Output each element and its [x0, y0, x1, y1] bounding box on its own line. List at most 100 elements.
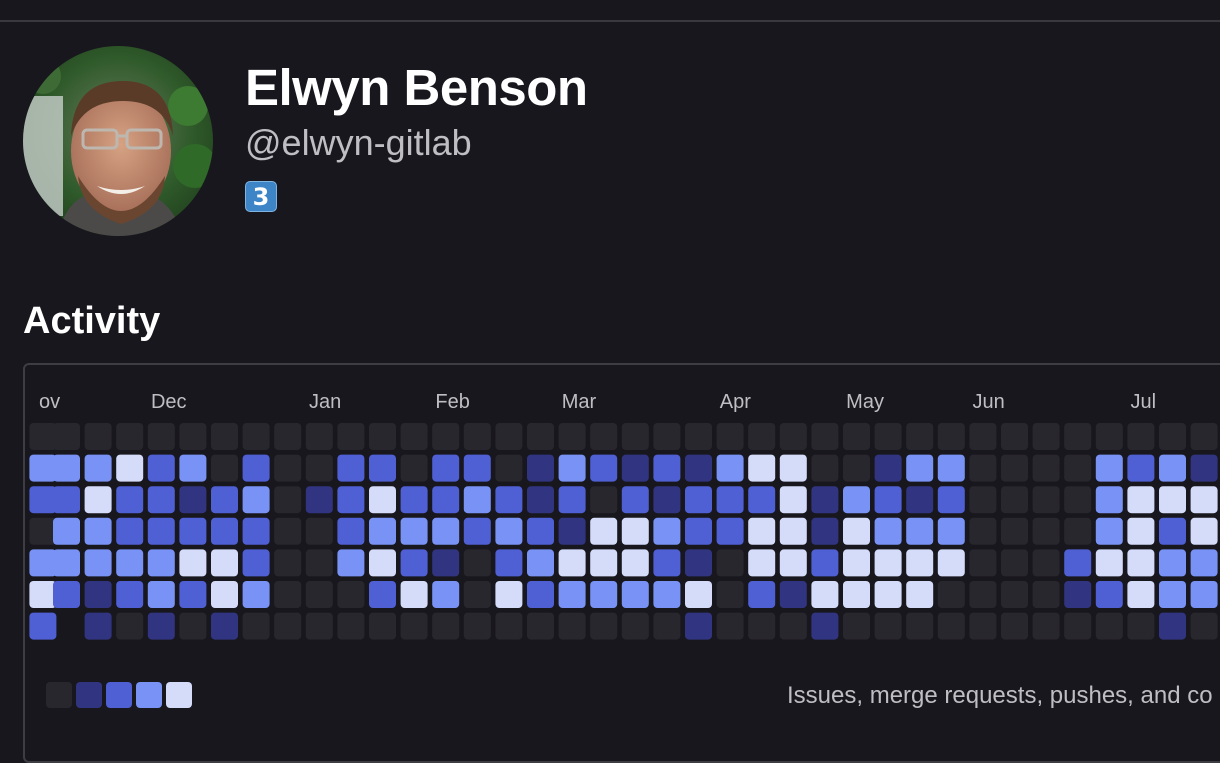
contribution-day-cell[interactable]: [621, 486, 649, 514]
contribution-day-cell[interactable]: [1190, 517, 1218, 545]
contribution-day-cell[interactable]: [337, 549, 365, 577]
contribution-day-cell[interactable]: [463, 454, 491, 482]
contribution-day-cell[interactable]: [116, 486, 144, 514]
contribution-day-cell[interactable]: [1127, 517, 1155, 545]
contribution-day-cell[interactable]: [653, 517, 681, 545]
contribution-day-cell[interactable]: [84, 517, 112, 545]
contribution-day-cell[interactable]: [400, 612, 428, 640]
contribution-day-cell[interactable]: [337, 517, 365, 545]
contribution-day-cell[interactable]: [1001, 486, 1028, 514]
contribution-day-cell[interactable]: [116, 581, 144, 608]
contribution-day-cell[interactable]: [495, 612, 523, 640]
contribution-day-cell[interactable]: [1001, 517, 1028, 545]
contribution-day-cell[interactable]: [653, 454, 681, 482]
contribution-day-cell[interactable]: [716, 581, 744, 608]
contribution-day-cell[interactable]: [685, 612, 712, 640]
contribution-day-cell[interactable]: [305, 581, 333, 608]
contribution-day-cell[interactable]: [116, 612, 144, 640]
contribution-day-cell[interactable]: [274, 549, 302, 577]
contribution-day-cell[interactable]: [1159, 581, 1186, 608]
contribution-day-cell[interactable]: [590, 423, 618, 450]
contribution-day-cell[interactable]: [874, 612, 902, 640]
contribution-day-cell[interactable]: [432, 581, 460, 608]
contribution-day-cell[interactable]: [179, 423, 207, 450]
contribution-day-cell[interactable]: [874, 486, 902, 514]
contribution-day-cell[interactable]: [1127, 486, 1155, 514]
contribution-day-cell[interactable]: [748, 454, 776, 482]
contribution-day-cell[interactable]: [84, 486, 112, 514]
contribution-day-cell[interactable]: [337, 581, 365, 608]
contribution-day-cell[interactable]: [1032, 517, 1060, 545]
contribution-day-cell[interactable]: [53, 581, 80, 608]
contribution-day-cell[interactable]: [811, 423, 839, 450]
contribution-day-cell[interactable]: [527, 549, 554, 577]
contribution-day-cell[interactable]: [558, 486, 586, 514]
contribution-day-cell[interactable]: [274, 612, 302, 640]
contribution-day-cell[interactable]: [843, 454, 870, 482]
contribution-day-cell[interactable]: [1001, 423, 1028, 450]
contribution-day-cell[interactable]: [716, 612, 744, 640]
contribution-day-cell[interactable]: [1127, 454, 1155, 482]
contribution-day-cell[interactable]: [937, 486, 965, 514]
contribution-day-cell[interactable]: [369, 517, 396, 545]
contribution-day-cell[interactable]: [811, 581, 839, 608]
contribution-day-cell[interactable]: [432, 612, 460, 640]
contribution-day-cell[interactable]: [274, 454, 302, 482]
contribution-day-cell[interactable]: [874, 581, 902, 608]
contribution-day-cell[interactable]: [211, 612, 238, 640]
contribution-day-cell[interactable]: [527, 612, 554, 640]
contribution-day-cell[interactable]: [558, 454, 586, 482]
contribution-day-cell[interactable]: [716, 549, 744, 577]
contribution-day-cell[interactable]: [748, 612, 776, 640]
contribution-day-cell[interactable]: [1032, 486, 1060, 514]
contribution-day-cell[interactable]: [211, 454, 238, 482]
contribution-day-cell[interactable]: [969, 454, 997, 482]
contribution-day-cell[interactable]: [906, 486, 934, 514]
contribution-day-cell[interactable]: [495, 486, 523, 514]
contribution-day-cell[interactable]: [1032, 454, 1060, 482]
contribution-day-cell[interactable]: [843, 581, 870, 608]
contribution-day-cell[interactable]: [1159, 517, 1186, 545]
contribution-day-cell[interactable]: [716, 486, 744, 514]
contribution-day-cell[interactable]: [937, 423, 965, 450]
contribution-day-cell[interactable]: [811, 612, 839, 640]
contribution-day-cell[interactable]: [653, 612, 681, 640]
contribution-day-cell[interactable]: [969, 423, 997, 450]
contribution-day-cell[interactable]: [369, 612, 396, 640]
contribution-day-cell[interactable]: [527, 581, 554, 608]
contribution-day-cell[interactable]: [1159, 486, 1186, 514]
contribution-day-cell[interactable]: [211, 486, 238, 514]
contribution-day-cell[interactable]: [29, 549, 57, 577]
contribution-day-cell[interactable]: [147, 612, 175, 640]
contribution-day-cell[interactable]: [179, 581, 207, 608]
contribution-day-cell[interactable]: [274, 517, 302, 545]
contribution-day-cell[interactable]: [1064, 581, 1092, 608]
contribution-day-cell[interactable]: [369, 581, 396, 608]
contribution-day-cell[interactable]: [495, 517, 523, 545]
contribution-day-cell[interactable]: [369, 454, 396, 482]
contribution-day-cell[interactable]: [337, 423, 365, 450]
contribution-day-cell[interactable]: [400, 486, 428, 514]
contribution-day-cell[interactable]: [779, 581, 807, 608]
contribution-day-cell[interactable]: [621, 454, 649, 482]
contribution-day-cell[interactable]: [432, 486, 460, 514]
contribution-day-cell[interactable]: [811, 454, 839, 482]
contribution-day-cell[interactable]: [811, 517, 839, 545]
contribution-day-cell[interactable]: [590, 549, 618, 577]
contribution-day-cell[interactable]: [400, 454, 428, 482]
contribution-day-cell[interactable]: [1001, 612, 1028, 640]
contribution-day-cell[interactable]: [1064, 517, 1092, 545]
contribution-day-cell[interactable]: [779, 517, 807, 545]
contribution-day-cell[interactable]: [1032, 612, 1060, 640]
contribution-day-cell[interactable]: [811, 549, 839, 577]
contribution-day-cell[interactable]: [527, 486, 554, 514]
contribution-day-cell[interactable]: [1001, 549, 1028, 577]
contribution-day-cell[interactable]: [874, 454, 902, 482]
contribution-day-cell[interactable]: [558, 612, 586, 640]
contribution-day-cell[interactable]: [969, 486, 997, 514]
contribution-day-cell[interactable]: [653, 423, 681, 450]
contribution-day-cell[interactable]: [116, 454, 144, 482]
contribution-day-cell[interactable]: [1190, 486, 1218, 514]
contribution-day-cell[interactable]: [53, 517, 80, 545]
contribution-day-cell[interactable]: [1190, 549, 1218, 577]
